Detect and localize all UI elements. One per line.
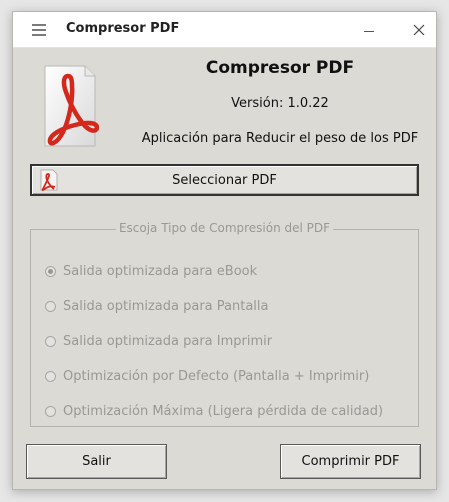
hamburger-menu-icon[interactable] bbox=[32, 24, 46, 36]
radio-ebook[interactable]: Salida optimizada para eBook bbox=[45, 262, 257, 280]
version-label: Versión: 1.0.22 bbox=[231, 96, 329, 111]
radio-maximum[interactable]: Optimización Máxima (Ligera pérdida de c… bbox=[45, 402, 383, 420]
pdf-document-icon bbox=[44, 65, 99, 147]
radio-indicator bbox=[45, 335, 56, 347]
title-bar[interactable]: Compresor PDF bbox=[13, 12, 436, 48]
close-button[interactable] bbox=[409, 20, 429, 40]
minimize-button[interactable] bbox=[360, 20, 380, 40]
pdf-icon bbox=[40, 169, 58, 191]
radio-indicator bbox=[45, 300, 56, 312]
window-title: Compresor PDF bbox=[66, 21, 180, 36]
radio-default[interactable]: Optimización por Defecto (Pantalla + Imp… bbox=[45, 367, 369, 385]
select-pdf-button[interactable]: Seleccionar PDF bbox=[30, 164, 419, 196]
compress-button-label: Comprimir PDF bbox=[301, 454, 400, 469]
exit-button[interactable]: Salir bbox=[26, 444, 167, 479]
select-pdf-label: Seleccionar PDF bbox=[172, 172, 277, 188]
close-icon bbox=[413, 24, 425, 36]
exit-button-label: Salir bbox=[82, 454, 111, 469]
radio-label: Optimización Máxima (Ligera pérdida de c… bbox=[63, 403, 384, 419]
radio-label: Salida optimizada para Imprimir bbox=[63, 333, 273, 349]
radio-label: Salida optimizada para Pantalla bbox=[63, 298, 269, 314]
compression-group-title: Escoja Tipo de Compresión del PDF bbox=[115, 221, 334, 235]
compression-type-group: Escoja Tipo de Compresión del PDF Salida… bbox=[30, 221, 419, 427]
radio-label: Optimización por Defecto (Pantalla + Imp… bbox=[63, 368, 370, 384]
app-name-heading: Compresor PDF bbox=[205, 58, 355, 78]
app-window: Compresor PDF Compresor PDF Versión: 1.0… bbox=[12, 11, 437, 490]
radio-indicator bbox=[45, 405, 56, 417]
radio-indicator bbox=[45, 370, 56, 382]
radio-indicator bbox=[45, 265, 56, 277]
radio-print[interactable]: Salida optimizada para Imprimir bbox=[45, 332, 272, 350]
description-label: Aplicación para Reducir el peso de los P… bbox=[141, 131, 419, 146]
radio-screen[interactable]: Salida optimizada para Pantalla bbox=[45, 297, 269, 315]
radio-label: Salida optimizada para eBook bbox=[63, 263, 258, 279]
minimize-icon bbox=[364, 31, 374, 32]
compress-pdf-button[interactable]: Comprimir PDF bbox=[280, 444, 421, 479]
